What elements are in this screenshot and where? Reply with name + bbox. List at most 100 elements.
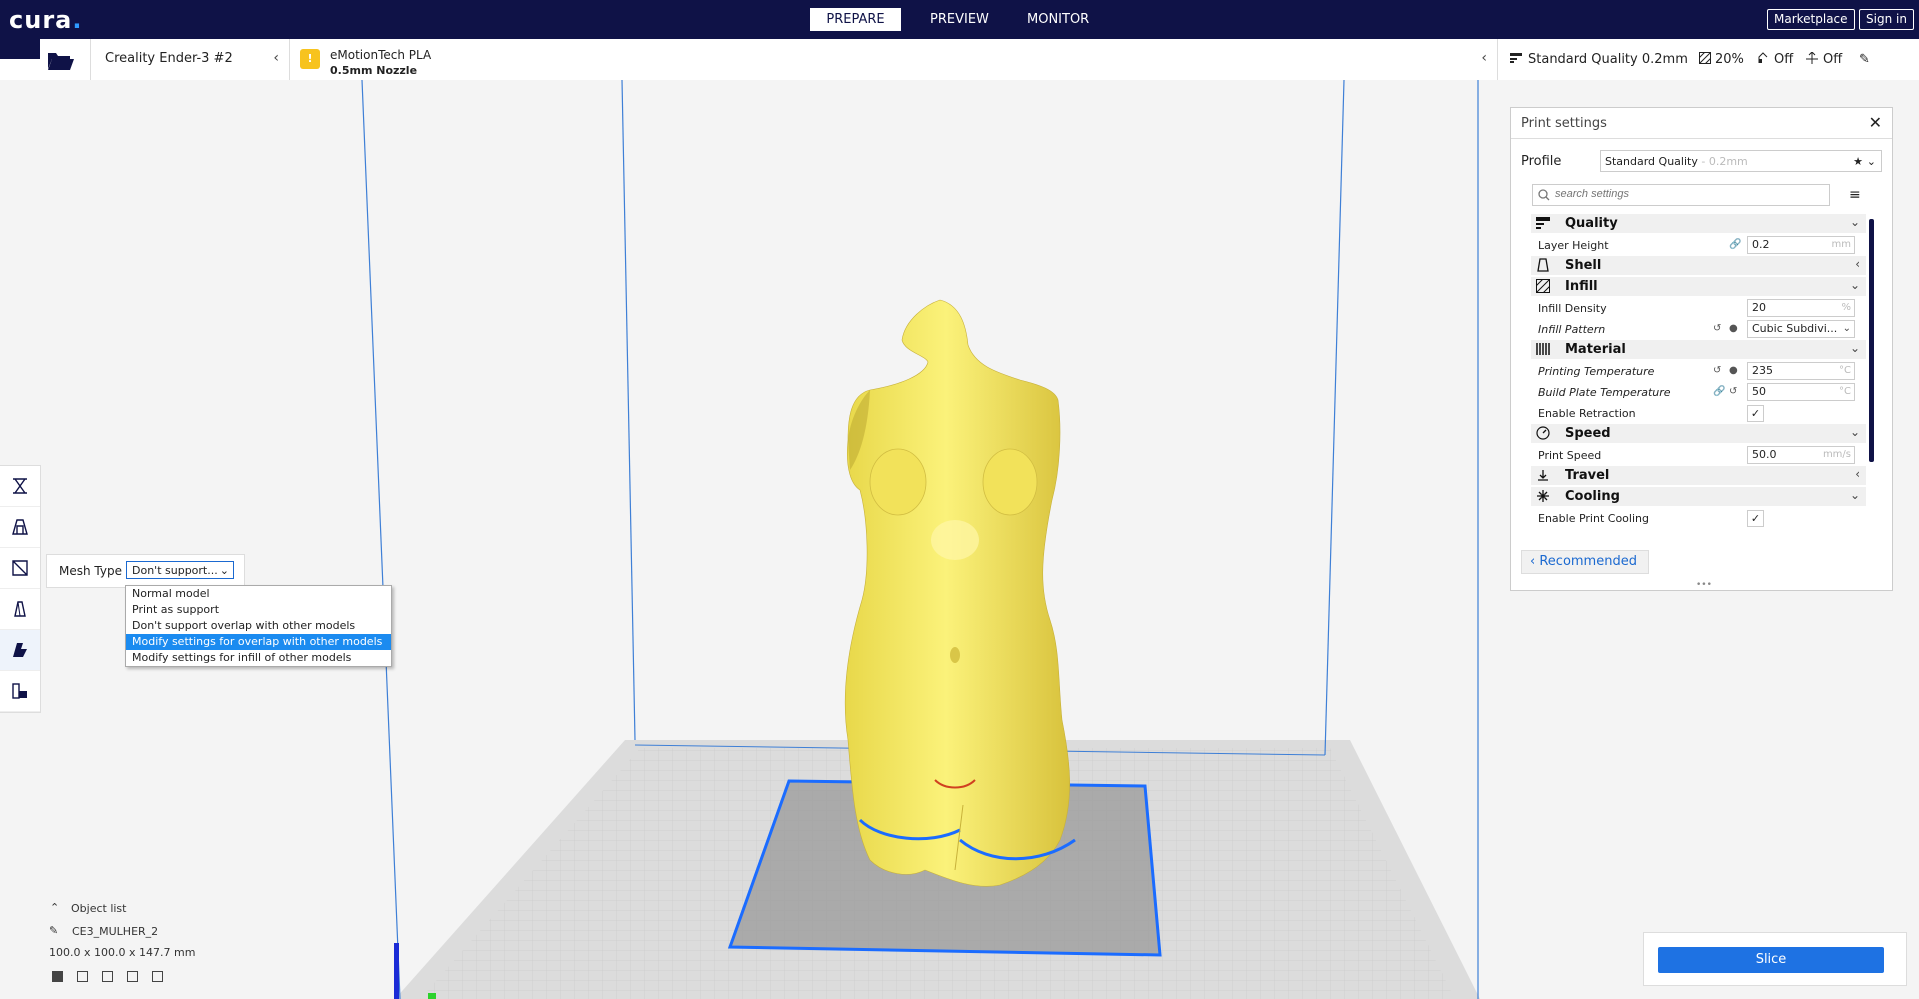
left-view-icon[interactable] <box>127 971 138 982</box>
close-icon[interactable]: ✕ <box>1869 113 1882 132</box>
material-selector[interactable]: ! eMotionTech PLA 0.5mm Nozzle ‹ <box>290 39 1498 80</box>
search-icon <box>1538 189 1550 201</box>
nozzle-size: 0.5mm Nozzle <box>330 64 418 77</box>
material-icon <box>1536 342 1550 360</box>
search-settings-field[interactable] <box>1532 184 1830 206</box>
infill-summary: 20% <box>1715 52 1744 67</box>
print-settings-title: Print settings <box>1521 116 1607 131</box>
top-view-icon[interactable] <box>102 971 113 982</box>
enable-retraction-checkbox[interactable]: ✓ <box>1747 405 1764 422</box>
setting-layer-height: Layer Height 🔗 0.2 mm <box>1531 235 1866 256</box>
print-setup-summary[interactable]: Standard Quality 0.2mm 20% Off Off ✎ <box>1510 39 1910 80</box>
resize-grip-icon[interactable]: ••• <box>1696 580 1712 590</box>
chevron-left-icon: ‹ <box>1855 467 1860 481</box>
profile-label: Profile <box>1521 154 1562 169</box>
3d-view-icon[interactable] <box>52 971 63 982</box>
chevron-down-icon: ⌄ <box>1849 341 1860 355</box>
sign-in-button[interactable]: Sign in <box>1859 9 1914 30</box>
profile-select[interactable]: Standard Quality - 0.2mm ★ ⌄ <box>1600 150 1882 172</box>
category-infill[interactable]: Infill ⌄ <box>1531 277 1866 298</box>
quality-profile-summary: Standard Quality 0.2mm <box>1528 52 1688 67</box>
mirror-tool-button[interactable] <box>0 589 40 630</box>
quality-icon <box>1510 52 1522 68</box>
mesh-option-dont-support-overlap[interactable]: Don't support overlap with other models <box>126 618 391 634</box>
enable-print-cooling-checkbox[interactable]: ✓ <box>1747 510 1764 527</box>
layer-height-input[interactable]: 0.2 mm <box>1747 236 1855 254</box>
settings-menu-icon[interactable]: ≡ <box>1849 187 1861 203</box>
open-file-button[interactable] <box>40 39 80 79</box>
infill-pattern-select[interactable]: Cubic Subdivi... ⌄ <box>1747 320 1855 338</box>
object-name[interactable]: CE3_MULHER_2 <box>72 925 158 938</box>
reset-icon[interactable]: ↺ <box>1713 365 1721 376</box>
category-shell[interactable]: Shell ‹ <box>1531 256 1866 277</box>
category-quality[interactable]: Quality ⌄ <box>1531 214 1866 235</box>
printing-temperature-input[interactable]: 235 °C <box>1747 362 1855 380</box>
move-tool-button[interactable] <box>0 466 40 507</box>
mesh-type-select[interactable]: Don't support... ⌄ <box>126 561 234 579</box>
link-icon: 🔗 <box>1713 386 1726 397</box>
chevron-left-icon: ‹ <box>1855 257 1860 271</box>
scale-tool-button[interactable] <box>0 507 40 548</box>
setting-print-speed: Print Speed 50.0 mm/s <box>1531 445 1866 466</box>
folder-icon <box>48 53 74 70</box>
settings-list: Quality ⌄ Layer Height 🔗 0.2 mm Shell ‹ I… <box>1531 214 1866 534</box>
edit-pencil-icon: ✎ <box>1859 52 1870 67</box>
search-input[interactable] <box>1553 187 1817 201</box>
category-cooling[interactable]: Cooling ⌄ <box>1531 487 1866 508</box>
chevron-down-icon: ⌄ <box>1849 488 1860 502</box>
info-icon: ● <box>1729 323 1738 334</box>
chevron-down-icon: ⌄ <box>1866 155 1876 168</box>
support-summary: Off <box>1774 52 1794 67</box>
reset-icon[interactable]: ↺ <box>1729 386 1737 397</box>
support-blocker-button[interactable] <box>0 671 40 712</box>
infill-density-input[interactable]: 20% <box>1747 299 1855 317</box>
tab-monitor[interactable]: MONITOR <box>1009 8 1107 31</box>
speed-icon <box>1536 426 1550 444</box>
support-icon <box>1757 52 1769 68</box>
info-icon: ● <box>1729 365 1738 376</box>
mesh-option-modify-overlap[interactable]: Modify settings for overlap with other m… <box>126 634 391 650</box>
move-icon <box>13 478 27 494</box>
per-model-settings-icon <box>13 643 27 657</box>
setting-infill-pattern: Infill Pattern ↺ ● Cubic Subdivi... ⌄ <box>1531 319 1866 340</box>
per-model-settings-button[interactable] <box>0 630 40 671</box>
travel-icon <box>1536 468 1550 486</box>
shell-icon <box>1536 258 1550 276</box>
right-view-icon[interactable] <box>152 971 163 982</box>
chevron-down-icon: ⌄ <box>1849 425 1860 439</box>
tab-prepare[interactable]: PREPARE <box>810 8 901 31</box>
build-plate-temperature-input[interactable]: 50 °C <box>1747 383 1855 401</box>
front-view-icon[interactable] <box>77 971 88 982</box>
reset-icon[interactable]: ↺ <box>1713 323 1721 334</box>
object-dimensions: 100.0 x 100.0 x 147.7 mm <box>49 946 196 959</box>
view-orientation-buttons <box>52 971 163 982</box>
object-list-title[interactable]: Object list <box>71 902 126 915</box>
category-material[interactable]: Material ⌄ <box>1531 340 1866 361</box>
mirror-icon <box>14 601 26 617</box>
category-travel[interactable]: Travel ‹ <box>1531 466 1866 487</box>
mesh-option-modify-infill[interactable]: Modify settings for infill of other mode… <box>126 650 391 666</box>
printer-selector[interactable]: Creality Ender-3 #2 ‹ <box>90 39 290 80</box>
material-name: eMotionTech PLA <box>330 48 432 62</box>
print-settings-panel: Print settings ✕ Profile Standard Qualit… <box>1510 107 1893 591</box>
category-speed[interactable]: Speed ⌄ <box>1531 424 1866 445</box>
pencil-icon: ✎ <box>49 924 59 937</box>
mesh-type-panel: Mesh Type Don't support... ⌄ <box>46 554 245 588</box>
tool-sidebar <box>0 465 41 713</box>
recommended-button[interactable]: ‹ Recommended <box>1521 550 1649 574</box>
rotate-tool-button[interactable] <box>0 548 40 589</box>
model-torso <box>844 299 1070 887</box>
tab-preview[interactable]: PREVIEW <box>912 8 1007 31</box>
chevron-left-icon: ‹ <box>1530 554 1536 569</box>
cura-logo: cura. <box>9 6 83 34</box>
chevron-up-icon[interactable]: ⌃ <box>50 901 59 914</box>
mesh-option-print-as-support[interactable]: Print as support <box>126 602 391 618</box>
slice-button[interactable]: Slice <box>1658 947 1884 973</box>
print-speed-input[interactable]: 50.0 mm/s <box>1747 446 1855 464</box>
marketplace-button[interactable]: Marketplace <box>1767 9 1855 30</box>
setting-printing-temperature: Printing Temperature ↺ ● 235 °C <box>1531 361 1866 382</box>
printer-name: Creality Ender-3 #2 <box>105 51 233 66</box>
settings-scrollbar[interactable] <box>1869 219 1874 462</box>
top-header: cura. PREPARE PREVIEW MONITOR Marketplac… <box>0 0 1919 39</box>
mesh-option-normal[interactable]: Normal model <box>126 586 391 602</box>
